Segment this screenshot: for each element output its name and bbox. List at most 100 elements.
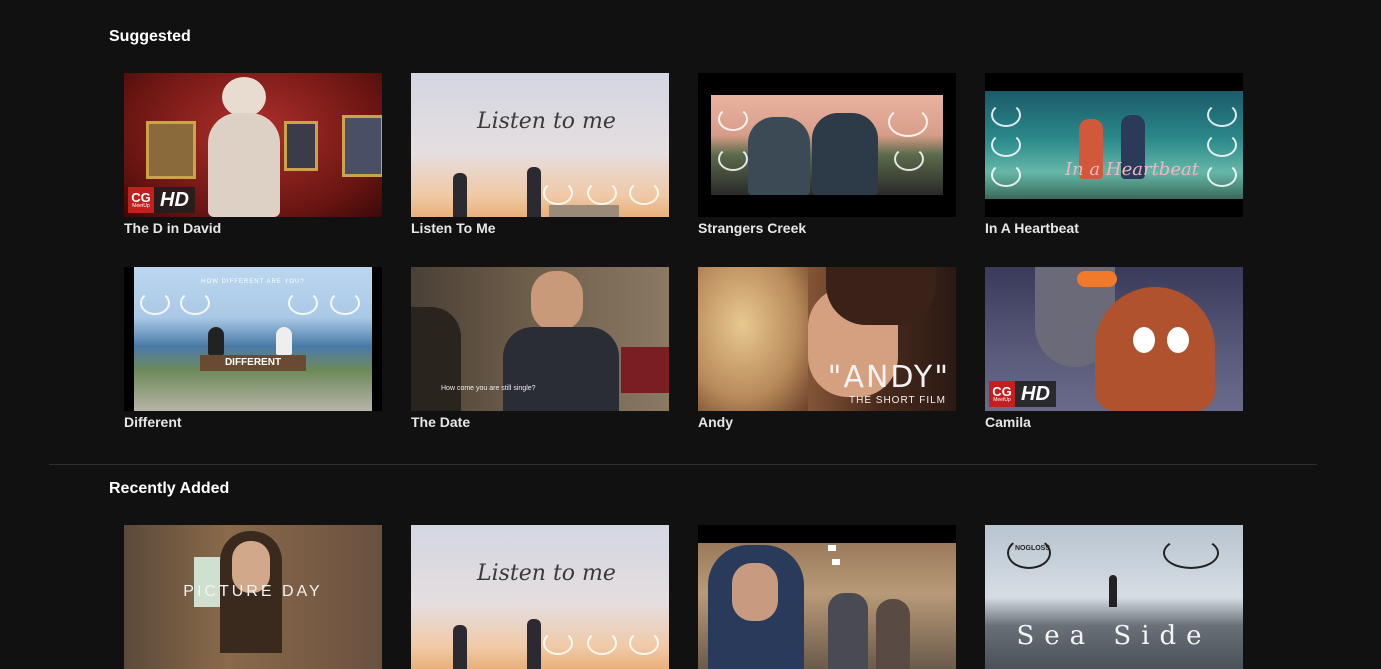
- movie-title[interactable]: The D in David: [124, 220, 382, 236]
- film-title-overlay: Sea Side: [1016, 621, 1212, 651]
- laurel-award: [629, 631, 659, 655]
- painting-frame: [146, 121, 196, 179]
- film-title-overlay: PICTURE DAY: [183, 583, 323, 600]
- statue-head: [222, 77, 266, 117]
- laurel-award: [991, 103, 1021, 127]
- laurel-award: [180, 291, 210, 315]
- movie-thumbnail[interactable]: HOW DIFFERENT ARE YOU? DIFFERENT: [124, 267, 382, 411]
- person: [503, 327, 619, 411]
- scene: [134, 267, 372, 411]
- movie-title[interactable]: Different: [124, 414, 382, 430]
- movie-thumbnail[interactable]: Listen to me: [411, 73, 669, 217]
- painting-frame: [284, 121, 318, 171]
- hair: [826, 267, 936, 325]
- section-title-recently-added: Recently Added: [109, 480, 230, 497]
- face: [732, 563, 778, 621]
- person: [411, 307, 461, 411]
- laurel-award: [629, 181, 659, 205]
- person: [812, 113, 878, 195]
- laurel-text: NOGLOSS: [1015, 545, 1051, 552]
- movie-card-strangers-creek[interactable]: Strangers Creek: [698, 73, 956, 236]
- character: [1095, 287, 1215, 411]
- laurel-award: [718, 147, 748, 171]
- movie-thumbnail[interactable]: "ANDY" THE SHORT FILM: [698, 267, 956, 411]
- glowing-eyes: [1077, 271, 1117, 287]
- person: [208, 327, 224, 355]
- movie-title[interactable]: Strangers Creek: [698, 220, 956, 236]
- section-title-suggested: Suggested: [109, 28, 191, 45]
- film-title-overlay: Listen to me: [477, 109, 616, 134]
- eye: [1133, 327, 1155, 353]
- tagline: HOW DIFFERENT ARE YOU?: [201, 279, 305, 285]
- eye: [1167, 327, 1189, 353]
- movie-card-picture-day[interactable]: PICTURE DAY: [124, 525, 382, 669]
- movie-thumbnail[interactable]: PICTURE DAY: [124, 525, 382, 669]
- statue-body: [208, 113, 280, 217]
- movie-title[interactable]: Andy: [698, 414, 956, 430]
- laurel-award: [991, 163, 1021, 187]
- silhouette: [1109, 575, 1117, 607]
- booth: [621, 347, 669, 393]
- silhouette: [527, 167, 541, 217]
- painting-frame: [342, 115, 382, 177]
- face: [531, 271, 583, 331]
- person: [276, 327, 292, 355]
- subtitle-caption: How come you are still single?: [441, 385, 536, 392]
- movie-thumbnail[interactable]: CG MeetUp HD: [985, 267, 1243, 411]
- movie-card-the-date[interactable]: How come you are still single? The Date: [411, 267, 669, 430]
- laurel-award: [718, 107, 748, 131]
- movie-thumbnail[interactable]: NOGLOSS Sea Side: [985, 525, 1243, 669]
- laurel-award: [543, 631, 573, 655]
- hair: [698, 267, 808, 411]
- railing: [549, 205, 619, 217]
- laurel-award: [991, 133, 1021, 157]
- silhouette: [453, 625, 467, 669]
- movie-title[interactable]: In A Heartbeat: [985, 220, 1243, 236]
- movie-title[interactable]: Camila: [985, 414, 1243, 430]
- movie-card-the-d-in-david[interactable]: CG MeetUp HD The D in David: [124, 73, 382, 236]
- movie-card-listen-to-me-2[interactable]: Listen to me: [411, 525, 669, 669]
- movie-thumbnail[interactable]: How come you are still single?: [411, 267, 669, 411]
- movie-card-hallway[interactable]: [698, 525, 956, 669]
- movie-card-andy[interactable]: "ANDY" THE SHORT FILM Andy: [698, 267, 956, 430]
- silhouette: [453, 173, 467, 217]
- movie-thumbnail[interactable]: In a Heartbeat: [985, 73, 1243, 217]
- movie-card-sea-side[interactable]: NOGLOSS Sea Side: [985, 525, 1243, 669]
- ceiling-light: [832, 559, 840, 565]
- film-title-overlay: Listen to me: [477, 561, 616, 586]
- laurel-award: [888, 107, 928, 137]
- movie-thumbnail[interactable]: [698, 73, 956, 217]
- movie-thumbnail[interactable]: [698, 525, 956, 669]
- laurel-award: [140, 291, 170, 315]
- film-title-overlay: DIFFERENT: [224, 357, 282, 368]
- laurel-award: [288, 291, 318, 315]
- movie-card-camila[interactable]: CG MeetUp HD Camila: [985, 267, 1243, 430]
- movie-thumbnail[interactable]: Listen to me: [411, 525, 669, 669]
- person: [876, 599, 910, 669]
- section-divider: [49, 464, 1317, 465]
- laurel-award: [587, 181, 617, 205]
- scene: [985, 91, 1243, 199]
- silhouette: [527, 619, 541, 669]
- laurel-award: [587, 631, 617, 655]
- film-subtitle-overlay: THE SHORT FILM: [849, 395, 946, 406]
- laurel-award: [1207, 103, 1237, 127]
- film-title-overlay: "ANDY": [827, 360, 950, 395]
- laurel-award: [543, 181, 573, 205]
- laurel-award: [1207, 163, 1237, 187]
- cg-hd-badge: CG MeetUp HD: [128, 187, 195, 213]
- movie-card-in-a-heartbeat[interactable]: In a Heartbeat In A Heartbeat: [985, 73, 1243, 236]
- laurel-award: [894, 147, 924, 171]
- laurel-award: [1207, 133, 1237, 157]
- movie-card-different[interactable]: HOW DIFFERENT ARE YOU? DIFFERENT Differe…: [124, 267, 382, 430]
- ceiling-light: [828, 545, 836, 551]
- movie-thumbnail[interactable]: CG MeetUp HD: [124, 73, 382, 217]
- movie-title[interactable]: The Date: [411, 414, 669, 430]
- movie-card-listen-to-me[interactable]: Listen to me Listen To Me: [411, 73, 669, 236]
- laurel-award: [330, 291, 360, 315]
- movie-title[interactable]: Listen To Me: [411, 220, 669, 236]
- laurel-award: [1007, 537, 1051, 569]
- person: [748, 117, 810, 195]
- person: [828, 593, 868, 669]
- film-title-overlay: In a Heartbeat: [1065, 159, 1199, 180]
